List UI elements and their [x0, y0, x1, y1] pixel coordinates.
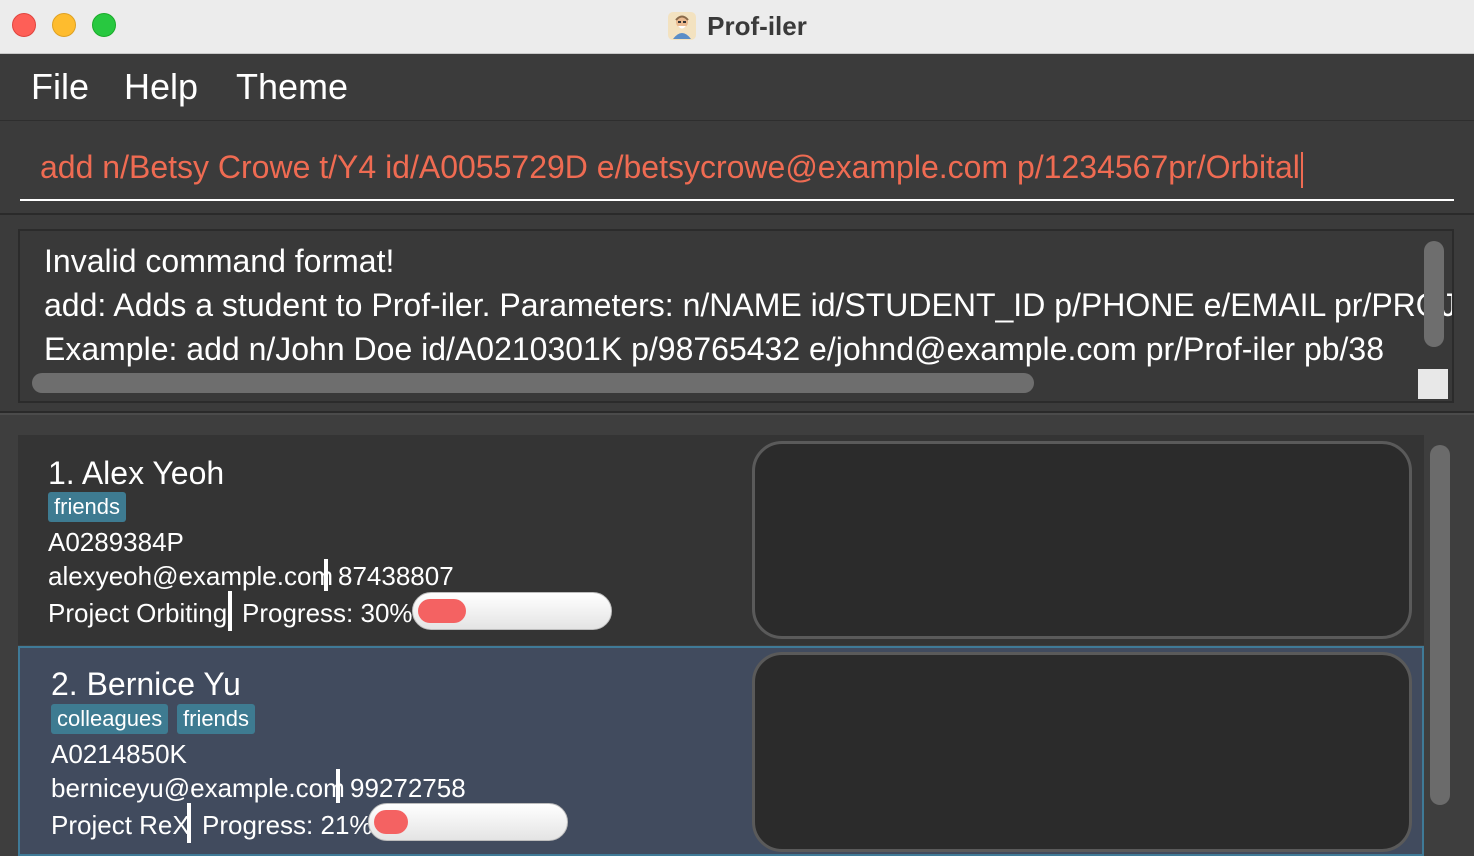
student-phone: 99272758 — [350, 773, 466, 803]
student-card-selected[interactable]: 2. Bernice Yu colleagues friends A021485… — [18, 646, 1424, 856]
command-box-panel: add n/Betsy Crowe t/Y4 id/A0055729D e/be… — [0, 120, 1474, 213]
student-email: alexyeoh@example.com — [48, 561, 334, 591]
field-separator — [187, 803, 191, 843]
student-list-panel: 1. Alex Yeoh friends A0289384P alexyeoh@… — [0, 415, 1474, 856]
student-name: 1. Alex Yeoh — [48, 455, 225, 491]
student-name: 2. Bernice Yu — [51, 666, 241, 702]
professor-avatar-icon — [668, 12, 697, 40]
command-input[interactable]: add n/Betsy Crowe t/Y4 id/A0055729D e/be… — [20, 139, 1454, 201]
result-display-panel: Invalid command format! add: Adds a stud… — [0, 213, 1474, 413]
scrollbar-corner — [1418, 369, 1448, 399]
tag-colleagues: colleagues — [51, 704, 169, 734]
tag-friends: friends — [48, 492, 127, 522]
student-photo-placeholder — [752, 652, 1412, 852]
window-titlebar: Prof-iler — [0, 0, 1474, 54]
window-title-group: Prof-iler — [0, 9, 1474, 43]
menu-file[interactable]: File — [31, 66, 89, 108]
student-project: Project ReX — [51, 810, 190, 840]
menu-theme[interactable]: Theme — [236, 66, 348, 108]
progress-label: Progress: 21% — [202, 810, 373, 840]
student-email: berniceyu@example.com — [51, 773, 345, 803]
progress-bar-fill — [374, 810, 408, 834]
student-photo-placeholder — [752, 441, 1412, 639]
tag-friends: friends — [177, 704, 256, 734]
window-title: Prof-iler — [707, 10, 807, 41]
field-separator — [228, 591, 232, 631]
command-input-text: add n/Betsy Crowe t/Y4 id/A0055729D e/be… — [40, 149, 1300, 185]
field-separator — [324, 559, 328, 591]
result-horizontal-scrollbar[interactable] — [32, 373, 1034, 393]
result-vertical-scrollbar[interactable] — [1424, 241, 1444, 347]
student-list-scrollbar[interactable] — [1430, 445, 1450, 805]
student-phone: 87438807 — [338, 561, 454, 591]
student-id: A0289384P — [48, 527, 184, 557]
progress-bar — [412, 592, 612, 630]
student-project: Project Orbiting — [48, 598, 228, 628]
progress-bar — [368, 803, 568, 841]
menu-help[interactable]: Help — [124, 66, 198, 108]
student-card[interactable]: 1. Alex Yeoh friends A0289384P alexyeoh@… — [18, 435, 1424, 645]
text-caret — [1300, 151, 1303, 188]
result-line-usage: add: Adds a student to Prof-iler. Parame… — [44, 287, 1454, 323]
menu-bar: File Help Theme — [0, 54, 1474, 120]
field-separator — [336, 769, 340, 803]
student-id: A0214850K — [51, 739, 187, 769]
result-line-example: Example: add n/John Doe id/A0210301K p/9… — [44, 331, 1385, 367]
result-display[interactable]: Invalid command format! add: Adds a stud… — [18, 229, 1454, 403]
progress-label: Progress: 30% — [242, 598, 413, 628]
result-line-error: Invalid command format! — [44, 243, 395, 279]
progress-bar-fill — [418, 599, 466, 623]
